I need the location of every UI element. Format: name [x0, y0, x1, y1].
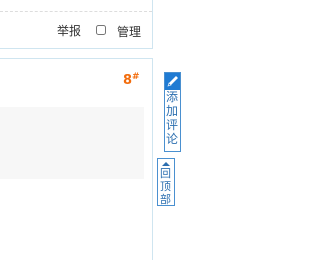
manage-checkbox[interactable]	[96, 25, 106, 35]
page: 举报 管理 8# 添加评论 回顶部	[0, 0, 260, 260]
pencil-icon	[165, 73, 180, 90]
floor-number-suffix: #	[132, 72, 140, 82]
up-arrow-icon	[162, 162, 170, 166]
back-to-top-label: 回顶部	[160, 167, 171, 206]
manage-label[interactable]: 管理	[117, 24, 141, 40]
post-container: 8#	[0, 58, 153, 260]
dashed-divider	[0, 11, 152, 12]
add-comment-button[interactable]: 添加评论	[164, 72, 181, 152]
back-to-top-button[interactable]: 回顶部	[157, 158, 175, 206]
add-comment-label: 添加评论	[166, 90, 179, 146]
post-action-bar: 举报 管理	[0, 0, 153, 49]
floor-number-value: 8	[123, 73, 133, 88]
floor-number: 8#	[123, 72, 140, 89]
post-content-area	[0, 107, 144, 179]
report-link[interactable]: 举报	[57, 23, 81, 39]
